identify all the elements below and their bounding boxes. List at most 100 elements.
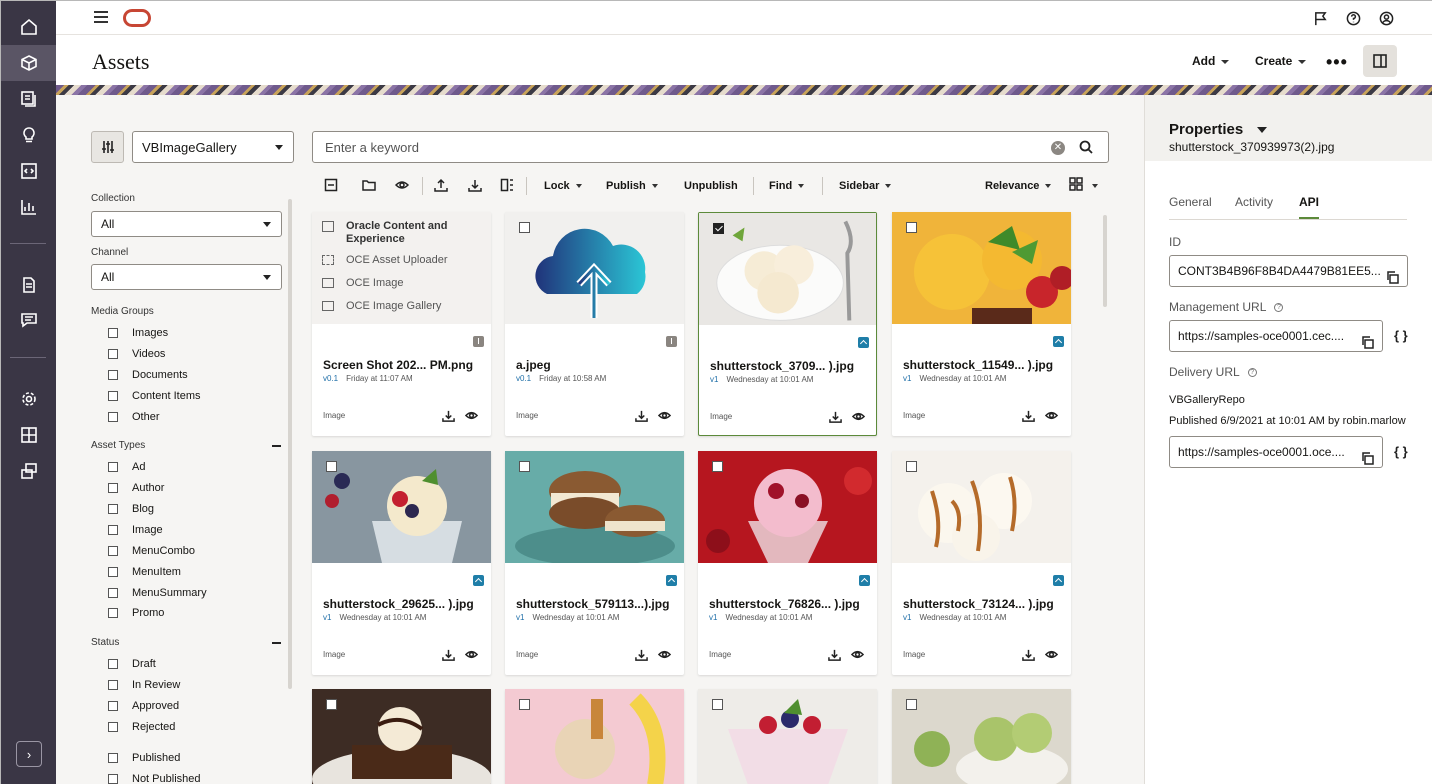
asset-card[interactable] [698,689,877,784]
view-icon[interactable] [851,410,866,424]
media-group-checkbox[interactable]: Content Items [108,390,200,402]
asset-checkbox[interactable] [519,461,530,472]
asset-type-checkbox[interactable]: Image [108,524,163,536]
flag-icon[interactable] [1312,10,1328,26]
home-icon[interactable] [15,13,43,41]
id-field[interactable]: CONT3B4B96F8B4DA4479B81EE5... [1169,255,1408,287]
asset-checkbox[interactable] [519,222,530,233]
unpublish-button[interactable]: Unpublish [684,180,738,192]
asset-type-checkbox[interactable]: Promo [108,607,164,619]
publish-menu[interactable]: Publish [606,180,658,192]
tab-api[interactable]: API [1299,195,1320,219]
grid-scrollbar[interactable] [1103,215,1107,307]
asset-type-checkbox[interactable]: Author [108,482,164,494]
copy-icon[interactable] [1361,446,1374,465]
sidebar-menu[interactable]: Sidebar [839,180,892,192]
help-icon[interactable] [1345,10,1361,26]
copy-icon[interactable] [1361,330,1374,349]
documents-icon[interactable] [15,271,43,299]
help-icon[interactable]: ? [1247,368,1257,378]
status-checkbox[interactable]: Rejected [108,721,175,733]
asset-checkbox[interactable] [906,222,917,233]
asset-type-checkbox[interactable]: Blog [108,503,154,515]
search-input[interactable] [325,140,1025,155]
download-icon[interactable] [828,648,842,662]
assets-cube-icon[interactable] [15,49,43,77]
copy-icon[interactable] [1386,265,1399,284]
filter-toggle-button[interactable] [91,131,124,163]
media-group-checkbox[interactable]: Videos [108,348,165,360]
gear-icon[interactable] [15,385,43,413]
asset-checkbox[interactable] [519,699,530,710]
view-icon[interactable] [1044,409,1059,423]
sites-icon[interactable] [15,421,43,449]
json-view-button[interactable]: { } [1394,328,1408,343]
lightbulb-icon[interactable] [15,121,43,149]
collection-select[interactable]: All [91,211,282,237]
asset-checkbox[interactable] [326,699,337,710]
asset-type-checkbox[interactable]: MenuItem [108,566,181,578]
asset-card[interactable] [505,689,684,784]
asset-checkbox[interactable] [906,461,917,472]
hamburger-menu-icon[interactable] [94,11,108,13]
media-group-checkbox[interactable]: Images [108,327,168,339]
upload-icon[interactable] [434,178,450,194]
asset-card[interactable]: shutterstock_29625... ).jpg v1 Wednesday … [312,451,491,675]
tab-activity[interactable]: Activity [1235,195,1273,209]
filter-scrollbar[interactable] [288,199,292,689]
status-checkbox[interactable]: Draft [108,658,156,670]
asset-card-selected[interactable]: shutterstock_3709... ).jpg v1 Wednesday a… [698,212,877,436]
open-folder-icon[interactable] [362,178,378,194]
asset-type-checkbox[interactable]: MenuSummary [108,587,207,599]
view-icon[interactable] [657,409,672,423]
publish-status-checkbox[interactable]: Not Published [108,773,201,784]
clear-search-icon[interactable]: ✕ [1051,141,1065,155]
view-icon[interactable] [1044,648,1059,662]
view-icon[interactable] [657,648,672,662]
asset-checkbox[interactable] [712,461,723,472]
asset-card[interactable]: a.jpeg v0.1 Friday at 10:58 AM Image [505,212,684,436]
publish-status-checkbox[interactable]: Published [108,752,180,764]
add-menu-button[interactable]: Add [1192,54,1230,68]
asset-checkbox[interactable] [712,699,723,710]
channel-select[interactable]: All [91,264,282,290]
help-icon[interactable]: ? [1274,303,1284,313]
asset-checkbox[interactable] [906,699,917,710]
find-menu[interactable]: Find [769,180,805,192]
download-icon[interactable] [468,178,484,194]
collapse-icon[interactable] [272,642,281,644]
toggle-properties-panel-button[interactable] [1363,45,1397,77]
asset-type-checkbox[interactable]: Ad [108,461,145,473]
asset-card[interactable] [312,689,491,784]
asset-checkbox[interactable] [326,461,337,472]
asset-checkbox-checked[interactable] [713,223,724,234]
sort-menu[interactable]: Relevance [985,180,1052,192]
search-icon[interactable] [1079,140,1095,156]
view-icon[interactable] [464,648,479,662]
delivery-url-field[interactable]: https://samples-oce0001.oce.... [1169,436,1383,468]
media-group-checkbox[interactable]: Other [108,411,160,423]
developer-icon[interactable] [15,157,43,185]
view-icon[interactable] [850,648,865,662]
view-icon[interactable] [394,178,411,194]
download-icon[interactable] [635,409,649,423]
collapse-icon[interactable] [272,445,281,447]
download-icon[interactable] [442,648,456,662]
asset-card[interactable]: shutterstock_579113...).jpg v1 Wednesday … [505,451,684,675]
management-url-field[interactable]: https://samples-oce0001.cec.... [1169,320,1383,352]
repository-select[interactable]: VBImageGallery [132,131,294,163]
download-icon[interactable] [1022,648,1036,662]
download-icon[interactable] [635,648,649,662]
asset-card[interactable]: shutterstock_76826... ).jpg v1 Wednesday … [698,451,877,675]
more-actions-button[interactable]: ••• [1326,52,1348,73]
select-all-icon[interactable] [324,178,340,194]
asset-card[interactable]: Oracle Content and Experience OCE Asset U… [312,212,491,436]
status-checkbox[interactable]: In Review [108,679,180,691]
media-group-checkbox[interactable]: Documents [108,369,188,381]
analytics-icon[interactable] [15,193,43,221]
conversations-icon[interactable] [15,306,43,334]
json-view-button[interactable]: { } [1394,444,1408,459]
properties-title[interactable]: Properties [1169,121,1268,138]
download-icon[interactable] [442,409,456,423]
asset-card[interactable]: shutterstock_11549... ).jpg v1 Wednesday … [892,212,1071,436]
